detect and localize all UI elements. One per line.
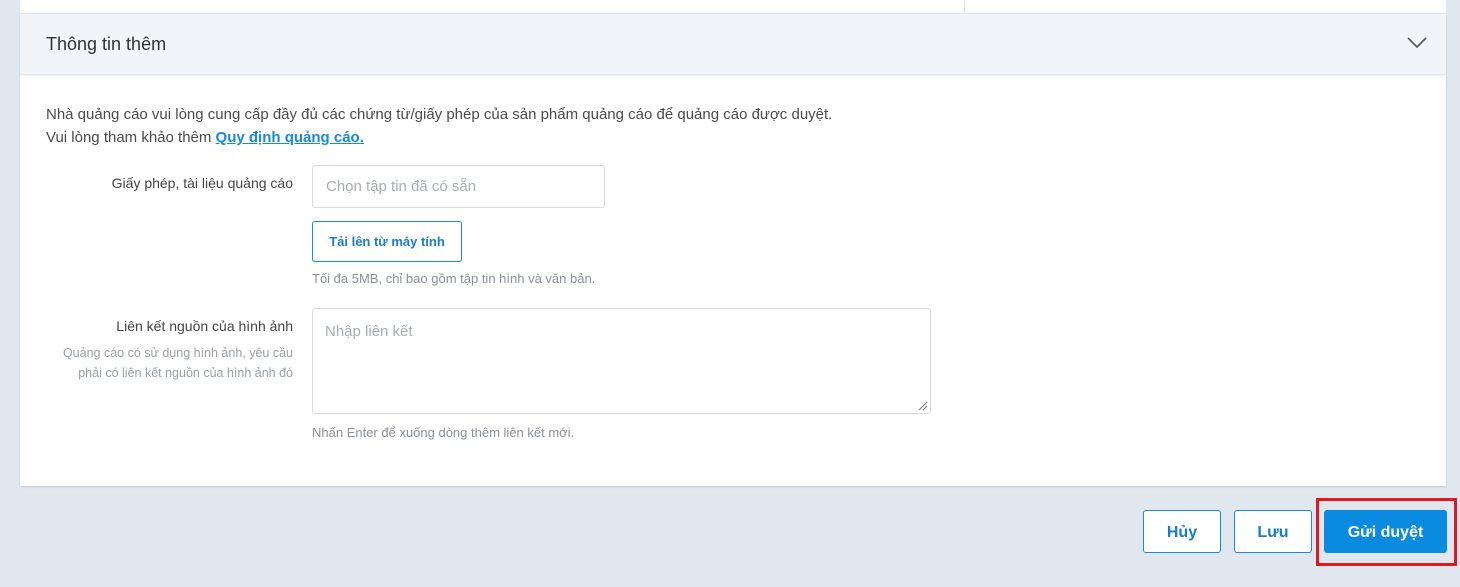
chevron-down-icon[interactable] [1406, 36, 1428, 50]
resize-handle-icon[interactable] [918, 401, 928, 411]
approval-notice: Nhà quảng cáo vui lòng cung cấp đầy đủ c… [46, 103, 832, 149]
license-field-label: Giấy phép, tài liệu quảng cáo [111, 175, 293, 191]
save-button[interactable]: Lưu [1234, 510, 1312, 553]
notice-line-2-prefix: Vui lòng tham khảo thêm [46, 129, 216, 146]
image-source-label: Liên kết nguồn của hình ảnh [116, 318, 293, 334]
previous-section-bottom [20, 0, 1446, 14]
submit-for-approval-button[interactable]: Gửi duyệt [1324, 510, 1447, 553]
image-source-help: Quảng cáo có sử dụng hình ảnh, yêu cầu p… [62, 346, 293, 380]
section-header[interactable]: Thông tin thêm [20, 14, 1446, 75]
license-file-placeholder: Chọn tập tin đã có sẵn [326, 178, 477, 195]
upload-from-computer-button[interactable]: Tải lên từ máy tính [312, 221, 462, 262]
image-source-hint: Nhấn Enter để xuống dòng thêm liên kết m… [312, 425, 575, 440]
notice-line-1: Nhà quảng cáo vui lòng cung cấp đầy đủ c… [46, 106, 833, 123]
additional-info-card: Thông tin thêm Nhà quảng cáo vui lòng cu… [20, 14, 1446, 486]
column-divider [964, 0, 965, 13]
license-size-hint: Tối đa 5MB, chỉ bao gồm tập tin hình và … [312, 271, 596, 286]
ad-policy-link[interactable]: Quy định quảng cáo. [216, 129, 364, 146]
notice-line-2: Vui lòng tham khảo thêm Quy định quảng c… [46, 126, 832, 149]
image-source-textarea[interactable]: Nhập liên kết [312, 308, 931, 414]
section-title: Thông tin thêm [46, 34, 167, 54]
image-source-placeholder: Nhập liên kết [325, 323, 413, 340]
license-file-select[interactable]: Chọn tập tin đã có sẵn [312, 165, 605, 208]
cancel-button[interactable]: Hủy [1143, 510, 1221, 553]
